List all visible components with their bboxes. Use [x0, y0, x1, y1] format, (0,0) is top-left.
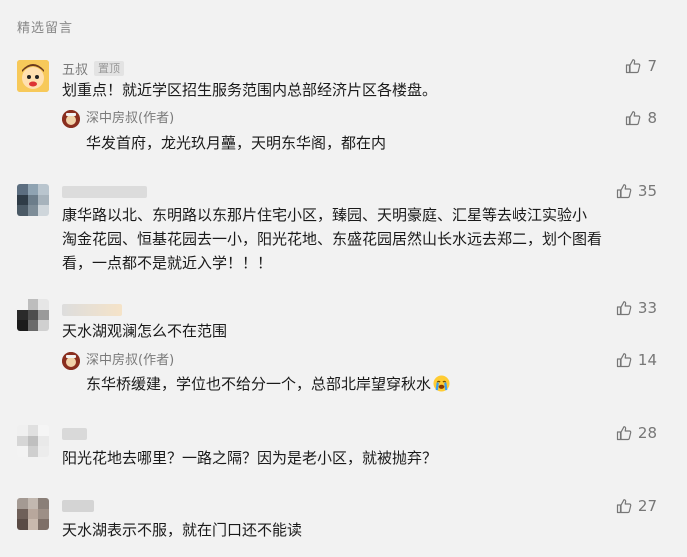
crying-face-emoji: [433, 375, 450, 392]
comment-user-name[interactable]: 五叔: [62, 59, 88, 78]
like-count: 7: [647, 57, 657, 75]
like-button[interactable]: 27: [616, 496, 657, 516]
comment-text: 康华路以北、东明路以东那片住宅小区，臻园、天明豪庭、汇星等去岐江实验小 淘金花园…: [62, 203, 682, 275]
like-button[interactable]: 28: [616, 423, 657, 443]
like-button[interactable]: 7: [625, 56, 657, 76]
author-avatar[interactable]: [62, 110, 80, 128]
comment-user-name[interactable]: [62, 428, 87, 440]
comment-user-name[interactable]: [62, 186, 147, 198]
comment-user-name[interactable]: [62, 304, 122, 316]
comment-text: 天水湖表示不服，就在门口还不能读: [62, 521, 303, 539]
reply-text-content: 东华桥缓建，学位也不给分一个，总部北岸望穿秋水: [86, 375, 432, 393]
thumbs-up-icon: [616, 499, 632, 514]
like-count: 28: [637, 424, 657, 442]
thumbs-up-icon: [616, 426, 632, 441]
like-button[interactable]: 8: [625, 108, 657, 128]
like-count: 8: [647, 109, 657, 127]
comment-text-line: 淘金花园、恒基花园去一小，阳光花地、东盛花园居然山长水远去郑二，划个图看: [62, 230, 603, 248]
thumbs-up-icon: [626, 59, 641, 74]
comment-text: 阳光花地去哪里？一路之隔？因为是老小区，就被抛弃？: [62, 449, 438, 467]
cartoon-avatar-icon: [17, 60, 49, 92]
avatar[interactable]: [17, 299, 49, 331]
like-count: 35: [637, 182, 657, 200]
comment-text-line: 看，一点都不是就近入学！！！: [62, 254, 273, 272]
like-count: 33: [637, 299, 657, 317]
avatar[interactable]: [17, 425, 49, 457]
like-button[interactable]: 35: [616, 181, 657, 201]
author-logo-icon: [62, 352, 80, 370]
reply-text: 华发首府，龙光玖月蘲，天明东华阁，都在内: [86, 134, 387, 152]
comment-text-line: 康华路以北、东明路以东那片住宅小区，臻园、天明豪庭、汇星等去岐江实验小: [62, 206, 588, 224]
section-title: 精选留言: [17, 21, 74, 36]
thumbs-up-icon: [626, 111, 641, 126]
reply-author-name[interactable]: 深中房叔(作者): [86, 353, 174, 369]
thumbs-up-icon: [616, 301, 632, 316]
author-logo-icon: [62, 110, 80, 128]
thumbs-up-icon: [616, 184, 632, 199]
avatar[interactable]: [17, 60, 49, 92]
comment-text: 划重点！就近学区招生服务范围内总部经济片区各楼盘。: [62, 81, 438, 99]
reply-text: 东华桥缓建，学位也不给分一个，总部北岸望穿秋水: [86, 372, 646, 396]
avatar[interactable]: [17, 184, 49, 216]
pinned-badge: 置顶: [94, 60, 125, 76]
comment-user-name[interactable]: [62, 500, 94, 512]
reply-author-name[interactable]: 深中房叔(作者): [86, 111, 174, 127]
thumbs-up-icon: [616, 353, 632, 368]
comment-text: 天水湖观澜怎么不在范围: [62, 322, 228, 340]
like-button[interactable]: 33: [616, 298, 657, 318]
author-avatar[interactable]: [62, 352, 80, 370]
avatar[interactable]: [17, 498, 49, 530]
like-count: 27: [637, 497, 657, 515]
like-button[interactable]: 14: [616, 350, 657, 370]
like-count: 14: [637, 351, 657, 369]
